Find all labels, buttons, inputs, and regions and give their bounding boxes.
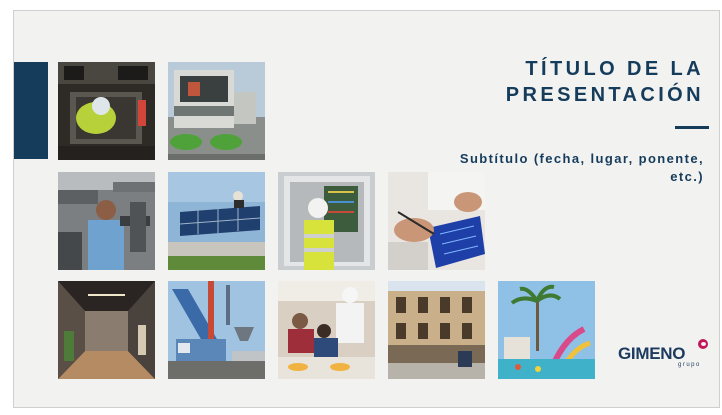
water-park-photo: [498, 281, 595, 379]
electrical-panel-worker-photo: [278, 172, 375, 270]
street-sweeper-photo: [168, 62, 265, 160]
pipe-technician-photo: [58, 172, 155, 270]
logo-wordmark: GIMENO: [618, 344, 686, 363]
gimeno-logo: GIMENO grupo: [618, 338, 713, 368]
manhole-worker-photo: [58, 62, 155, 160]
slide-subtitle[interactable]: Subtítulo (fecha, lugar, ponente, etc.): [444, 150, 704, 186]
logo-mark-inner-icon: [701, 342, 706, 346]
accent-bar: [14, 62, 48, 159]
logo-tagline: grupo: [678, 362, 701, 368]
solar-panels-photo: [168, 172, 265, 270]
school-canteen-photo: [278, 281, 375, 379]
port-crane-photo: [168, 281, 265, 379]
slide-title[interactable]: TÍTULO DE LA PRESENTACIÓN: [404, 56, 704, 108]
office-corridor-photo: [58, 281, 155, 379]
slide: TÍTULO DE LA PRESENTACIÓN Subtítulo (fec…: [13, 10, 720, 408]
historic-building-photo: [388, 281, 485, 379]
title-underline: [675, 126, 709, 129]
circuit-board-photo: [388, 172, 485, 270]
